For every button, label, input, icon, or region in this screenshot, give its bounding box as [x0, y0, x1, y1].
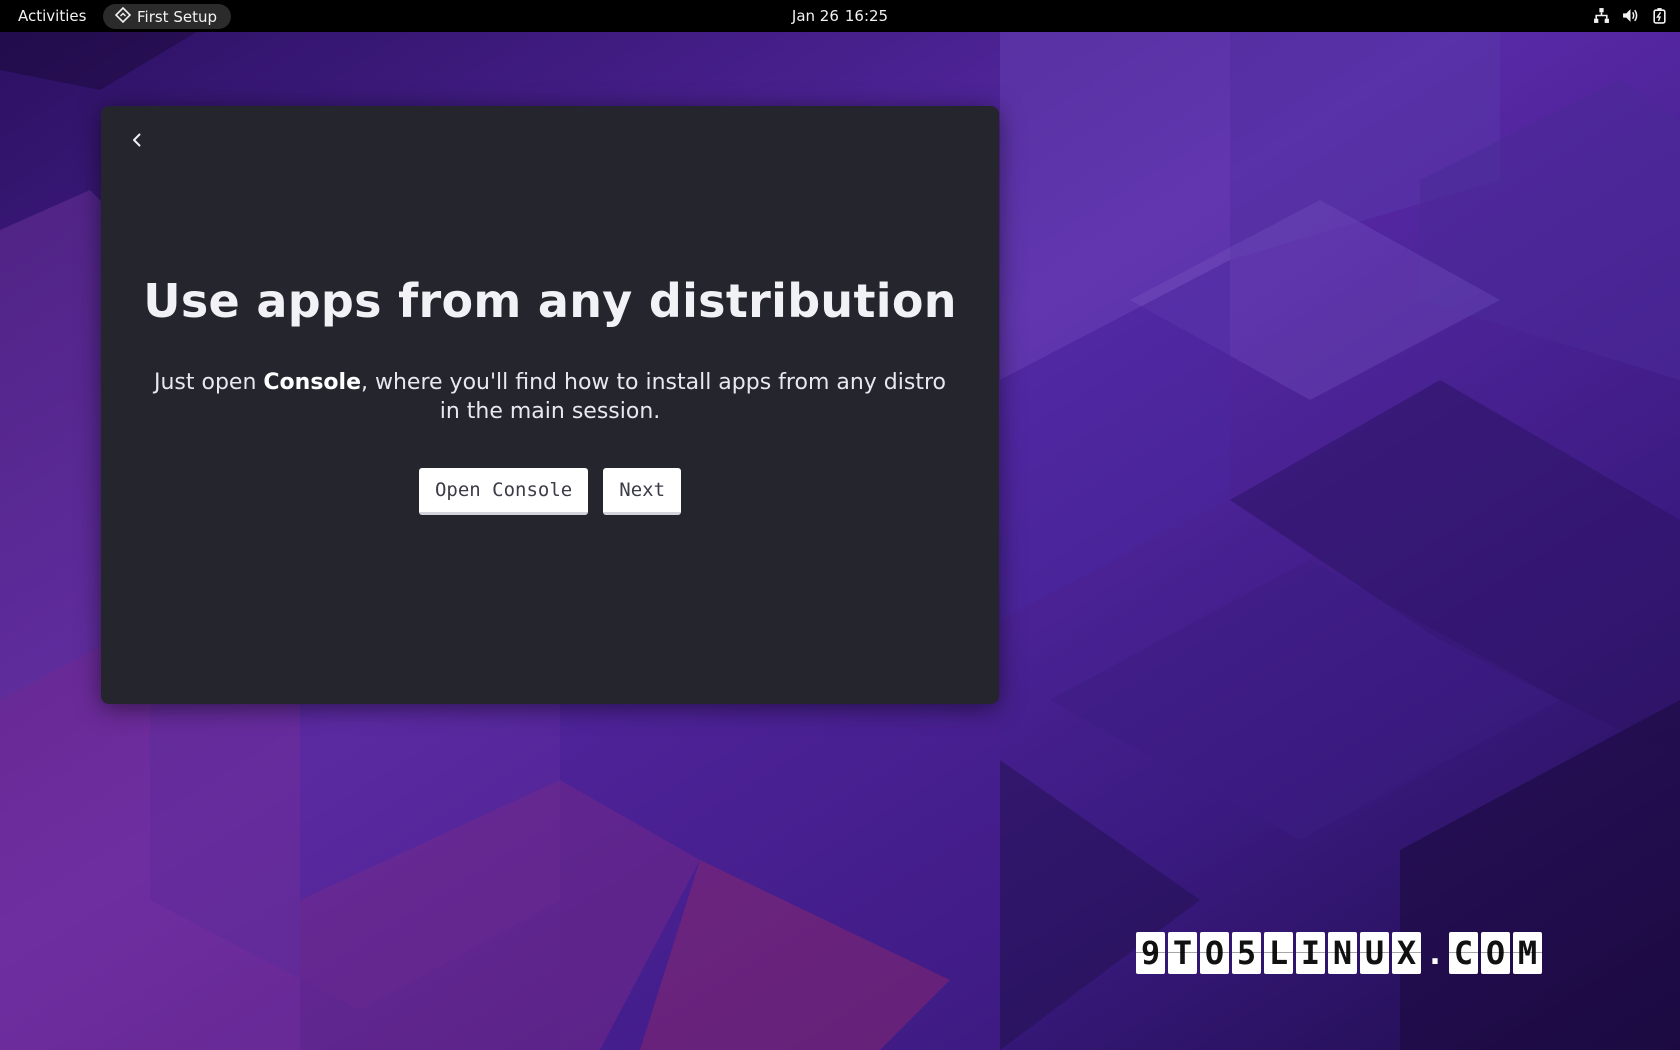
watermark-char: O: [1481, 932, 1510, 974]
app-menu-label: First Setup: [137, 7, 217, 26]
back-button[interactable]: [121, 126, 153, 158]
chevron-left-icon: [129, 132, 145, 152]
setup-diamond-icon: [114, 6, 132, 27]
clock-date: Jan 26: [791, 7, 839, 25]
watermark-char: 5: [1232, 932, 1261, 974]
activities-button[interactable]: Activities: [18, 7, 86, 25]
system-tray[interactable]: [1593, 7, 1668, 24]
clock-area: Jan 26 16:25: [0, 7, 1680, 25]
battery-icon[interactable]: [1651, 7, 1668, 24]
watermark-char: I: [1296, 932, 1325, 974]
watermark-char: O: [1200, 932, 1229, 974]
top-bar: Activities First Setup Jan 26 16:25: [0, 0, 1680, 32]
next-button[interactable]: Next: [603, 468, 682, 515]
watermark-char: T: [1168, 932, 1197, 974]
watermark-logo: 9 T O 5 L I N U X . C O M: [1136, 932, 1542, 974]
watermark-char: 9: [1136, 932, 1165, 974]
app-menu-button[interactable]: First Setup: [103, 4, 231, 29]
watermark-char: U: [1360, 932, 1389, 974]
description-prefix: Just open: [153, 370, 264, 395]
watermark-char: M: [1513, 932, 1542, 974]
watermark-char: .: [1425, 934, 1445, 972]
watermark-char: C: [1449, 932, 1478, 974]
network-wired-icon[interactable]: [1593, 7, 1610, 24]
description-app-name: Console: [263, 370, 361, 395]
open-console-button[interactable]: Open Console: [418, 468, 589, 515]
first-setup-window: Use apps from any distribution Just open…: [101, 106, 999, 704]
page-description: Just open Console, where you'll find how…: [141, 368, 959, 426]
clock-time: 16:25: [844, 7, 889, 25]
page-title: Use apps from any distribution: [143, 274, 957, 328]
clock-button[interactable]: Jan 26 16:25: [792, 7, 888, 25]
volume-icon[interactable]: [1622, 7, 1639, 24]
description-suffix: , where you'll find how to install apps …: [361, 370, 946, 424]
action-buttons: Open Console Next: [101, 468, 999, 515]
watermark-char: L: [1264, 932, 1293, 974]
watermark-char: N: [1328, 932, 1357, 974]
watermark-char: X: [1392, 932, 1421, 974]
